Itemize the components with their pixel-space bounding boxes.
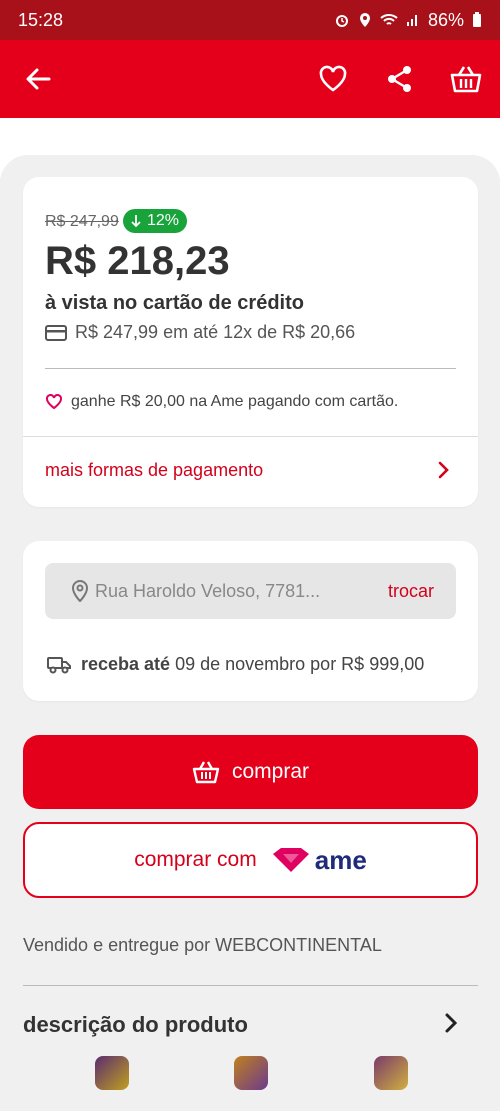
buy-button[interactable]: comprar <box>23 735 478 809</box>
location-pin-icon <box>71 580 89 602</box>
price-card: R$ 247,99 12% R$ 218,23 à vista no cartã… <box>23 177 478 507</box>
ame-cashback-info: ganhe R$ 20,00 na Ame pagando com cartão… <box>45 393 398 411</box>
battery-percent: 86% <box>427 9 464 30</box>
truck-icon <box>47 656 71 673</box>
more-payment-link[interactable]: mais formas de pagamento <box>45 460 263 481</box>
old-price: R$ 247,99 <box>45 213 119 230</box>
wifi-icon <box>380 14 398 25</box>
discount-badge: 12% <box>123 209 188 233</box>
basket-button[interactable] <box>446 59 486 99</box>
basket-icon <box>192 761 220 784</box>
back-arrow-icon <box>26 68 51 90</box>
ame-heart-icon <box>46 394 62 410</box>
app-bar <box>0 40 500 118</box>
bottom-app-icons <box>0 1056 500 1101</box>
chevron-right-icon[interactable] <box>444 1012 458 1034</box>
buy-label: comprar <box>231 760 310 783</box>
ame-cashback-text: ganhe R$ 20,00 na Ame pagando com cartão… <box>71 393 399 410</box>
signal-icon <box>406 15 417 26</box>
favorite-button[interactable] <box>313 59 353 99</box>
app-thumbnail[interactable] <box>374 1056 408 1090</box>
divider <box>45 368 456 369</box>
divider <box>23 985 478 986</box>
shipping-card: Rua Haroldo Veloso, 7781... trocar receb… <box>23 541 478 701</box>
description-title[interactable]: descrição do produto <box>23 1012 248 1038</box>
price-subtitle: à vista no cartão de crédito <box>45 292 304 314</box>
alarm-icon <box>335 15 348 27</box>
basket-icon <box>450 66 482 93</box>
change-address-button[interactable]: trocar <box>388 581 434 602</box>
status-bar: 15:28 86% <box>0 0 500 40</box>
status-icons: 86% <box>334 10 482 31</box>
current-price: R$ 218,23 <box>45 239 230 283</box>
address-selector[interactable]: Rua Haroldo Veloso, 7781... trocar <box>45 563 456 619</box>
app-thumbnail[interactable] <box>95 1056 129 1090</box>
delivery-info: receba até 09 de novembro por R$ 999,00 <box>47 654 424 675</box>
chevron-right-icon[interactable] <box>438 460 450 480</box>
divider <box>23 436 478 437</box>
seller-info: Vendido e entregue por WEBCONTINENTAL <box>23 935 382 955</box>
discount-value: 12% <box>147 212 180 229</box>
share-button[interactable] <box>380 59 420 99</box>
buy-with-ame-button[interactable]: comprar com ame <box>23 822 478 898</box>
location-icon <box>359 13 370 27</box>
delivery-text: receba até 09 de novembro por R$ 999,00 <box>81 654 425 674</box>
address-text: Rua Haroldo Veloso, 7781... <box>95 581 321 601</box>
arrow-down-icon <box>131 215 141 228</box>
ame-logo-text: ame <box>314 844 367 875</box>
ame-logo-icon <box>272 848 309 872</box>
heart-icon <box>319 65 347 92</box>
back-button[interactable] <box>18 59 58 99</box>
battery-icon <box>473 12 481 27</box>
installments-text: R$ 247,99 em até 12x de R$ 20,66 <box>75 322 356 342</box>
share-icon <box>388 66 411 92</box>
credit-card-icon <box>45 324 67 341</box>
app-thumbnail[interactable] <box>234 1056 268 1090</box>
status-time: 15:28 <box>18 9 64 30</box>
installments-info: R$ 247,99 em até 12x de R$ 20,66 <box>45 322 355 343</box>
buy-with-label: comprar com <box>134 848 257 871</box>
